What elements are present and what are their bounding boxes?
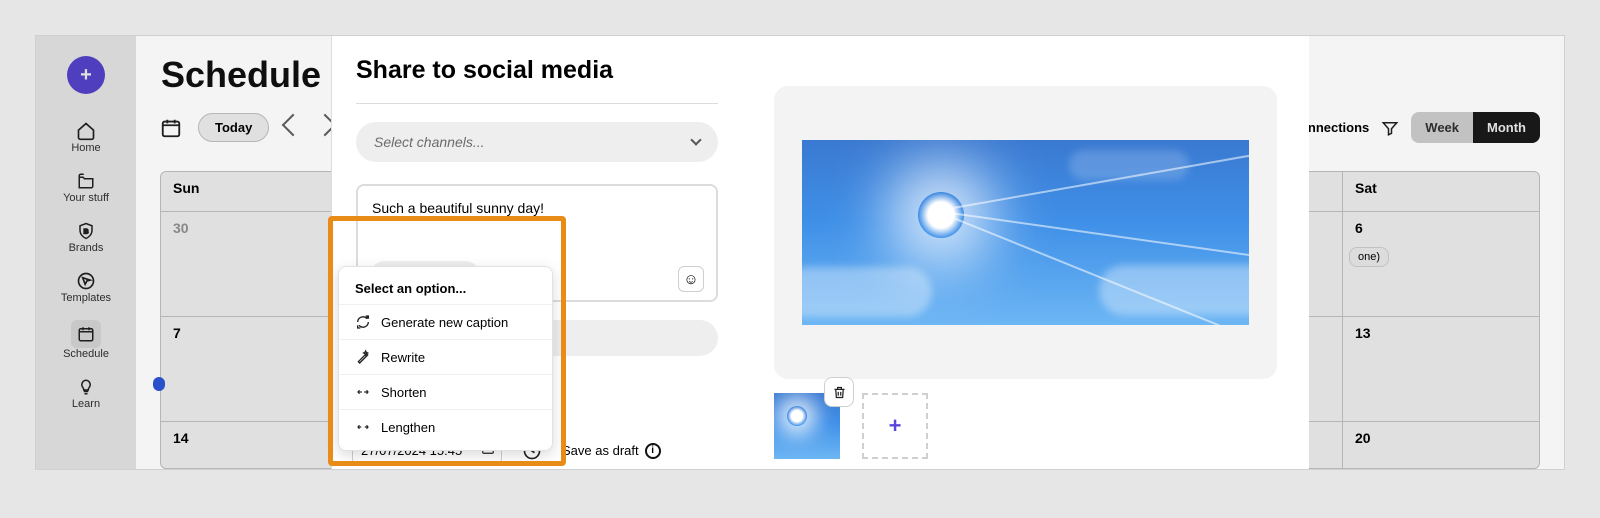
calendar-cell[interactable]: 13 [1343,317,1539,421]
sun-graphic [787,406,807,426]
emoji-picker-button[interactable]: ☺ [678,266,704,292]
generate-menu: Select an option... Generate new caption… [338,266,553,451]
plus-icon: + [889,413,902,439]
wand-icon [355,349,371,365]
nav-item-schedule[interactable]: Schedule [36,312,136,368]
option-shorten[interactable]: Shorten [339,374,552,409]
cloud [1069,150,1189,180]
nav-rail: + Home Your stuff B Brands Templates [36,36,136,469]
templates-icon [75,270,97,292]
divider [356,103,718,104]
nav-label: Home [71,142,100,154]
channel-placeholder: Select channels... [374,134,485,150]
preview-card [774,86,1277,379]
prev-button[interactable] [285,117,301,138]
calendar-cell[interactable]: 30 [161,212,358,316]
share-modal: Share to social media Select channels...… [331,36,1309,469]
create-new-button[interactable]: + [67,56,105,94]
info-icon: i [645,443,661,459]
save-draft-button[interactable]: Save as draft i [562,443,661,459]
day-header: Sun [161,172,358,211]
today-button[interactable]: Today [198,113,269,142]
share-title: Share to social media [356,56,718,85]
nav-label: Schedule [63,348,109,360]
cloud [802,267,932,317]
event-marker[interactable] [153,377,165,391]
option-generate-new[interactable]: Generate new caption [339,304,552,339]
bulb-icon [75,376,97,398]
nav-item-templates[interactable]: Templates [36,262,136,312]
calendar-cell[interactable]: 6one) [1343,212,1539,316]
nav-item-home[interactable]: Home [36,112,136,162]
regenerate-icon [355,314,371,330]
option-lengthen[interactable]: Lengthen [339,409,552,444]
calendar-icon [71,320,101,348]
day-header: Sat [1343,172,1539,211]
option-label: Rewrite [381,350,425,365]
app-window: + Home Your stuff B Brands Templates [35,35,1565,470]
preview-panel: + [742,36,1309,469]
chevron-down-icon [690,134,701,145]
shorten-icon [355,384,371,400]
option-rewrite[interactable]: Rewrite [339,339,552,374]
chevron-left-icon [282,114,305,137]
nav-label: Brands [69,242,104,254]
folder-icon [75,170,97,192]
home-icon [75,120,97,142]
nav-item-yourstuff[interactable]: Your stuff [36,162,136,212]
trash-icon [832,385,847,400]
week-toggle[interactable]: Week [1411,112,1473,143]
option-label: Generate new caption [381,315,508,330]
preview-image [802,140,1249,325]
add-media-button[interactable]: + [862,393,928,459]
cloud [1099,265,1249,315]
sunray [936,210,1249,270]
nav-label: Templates [61,292,111,304]
calendar-cell[interactable]: 7 [161,317,358,421]
nav-item-learn[interactable]: Learn [36,368,136,418]
filter-button[interactable] [1381,119,1399,137]
nav-item-brands[interactable]: B Brands [36,212,136,262]
option-label: Shorten [381,385,427,400]
svg-text:B: B [84,228,89,235]
nav-label: Your stuff [63,192,109,204]
option-label: Lengthen [381,420,435,435]
save-draft-label: Save as draft [562,443,639,458]
delete-media-button[interactable] [824,377,854,407]
nav-label: Learn [72,398,100,410]
emoji-icon: ☺ [683,271,698,288]
view-toggle: Week Month [1411,112,1540,143]
lengthen-icon [355,419,371,435]
calendar-picker-icon[interactable] [160,117,182,139]
shield-icon: B [75,220,97,242]
calendar-cell[interactable]: 14 [161,422,358,470]
share-panel: Share to social media Select channels...… [332,36,742,469]
month-toggle[interactable]: Month [1473,112,1540,143]
menu-title: Select an option... [339,277,552,304]
event-chip[interactable]: one) [1349,247,1389,267]
caption-text: Such a beautiful sunny day! [372,200,544,216]
channel-select[interactable]: Select channels... [356,122,718,162]
media-thumbnails: + [774,393,1277,459]
calendar-cell[interactable]: 20 [1343,422,1539,470]
